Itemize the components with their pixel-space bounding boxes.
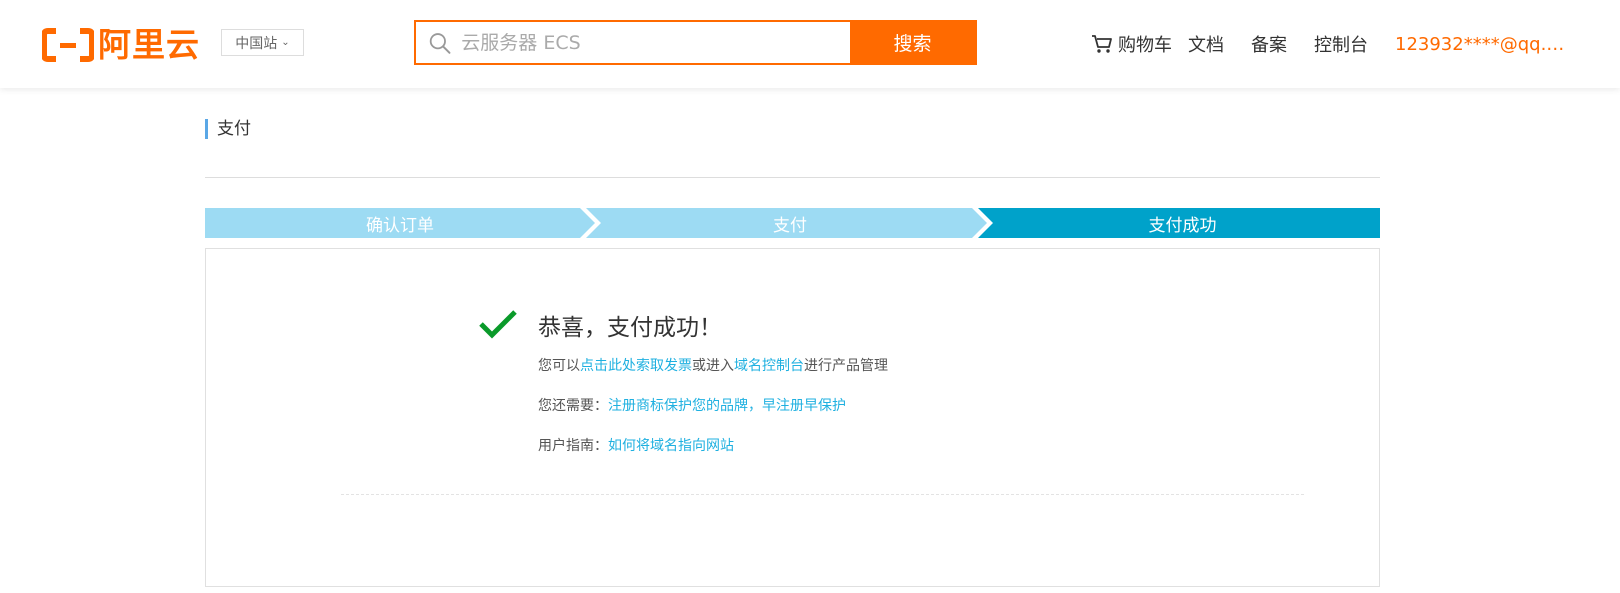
search-button[interactable]: 搜索 (850, 22, 975, 63)
chevron-down-icon: ⌄ (281, 37, 290, 48)
logo-text: 阿里云 (98, 25, 200, 64)
top-nav: 购物车 文档 备案 控制台 123932****@qq.… (1090, 30, 1564, 58)
checkmark-icon (479, 310, 517, 339)
step-confirm-order: 确认订单 (366, 215, 434, 236)
domain-console-link[interactable]: 域名控制台 (734, 358, 804, 374)
region-label: 中国站 (235, 35, 278, 52)
invoice-mid: 或进入 (692, 358, 734, 374)
trademark-link[interactable]: 注册商标保护您的品牌，早注册早保护 (608, 398, 846, 414)
cart-link[interactable]: 购物车 (1090, 31, 1172, 57)
guide-link[interactable]: 如何将域名指向网站 (608, 438, 734, 454)
nav-beian[interactable]: 备案 (1251, 31, 1287, 57)
invoice-line: 您可以点击此处索取发票或进入域名控制台进行产品管理 (538, 355, 888, 375)
nav-docs[interactable]: 文档 (1188, 31, 1224, 57)
aliyun-logo[interactable]: 阿里云 (42, 27, 200, 63)
invoice-suffix: 进行产品管理 (804, 358, 888, 374)
invoice-prefix: 您可以 (538, 358, 580, 374)
page-title: 支付 (205, 119, 251, 139)
step-payment-success: 支付成功 (1148, 215, 1217, 236)
success-panel: 恭喜，支付成功！ 您可以点击此处索取发票或进入域名控制台进行产品管理 您还需要：… (205, 248, 1380, 587)
guide-line: 用户指南：如何将域名指向网站 (538, 435, 734, 455)
dashed-divider (341, 494, 1304, 495)
cart-icon (1092, 35, 1112, 53)
progress-steps: 确认订单 支付 支付成功 (205, 208, 1380, 238)
request-invoice-link[interactable]: 点击此处索取发票 (580, 358, 692, 374)
trademark-line: 您还需要：注册商标保护您的品牌，早注册早保护 (538, 395, 846, 415)
nav-console[interactable]: 控制台 (1314, 31, 1368, 57)
search-bar: 搜索 (414, 20, 977, 65)
search-icon (429, 32, 451, 54)
aliyun-logo-icon (42, 28, 94, 62)
guide-prefix: 用户指南： (538, 438, 608, 454)
cart-label: 购物车 (1118, 35, 1172, 56)
region-selector[interactable]: 中国站 ⌄ (221, 29, 304, 56)
search-field-wrap (416, 22, 850, 63)
user-account[interactable]: 123932****@qq.… (1395, 34, 1564, 55)
success-title: 恭喜，支付成功！ (538, 315, 722, 341)
title-divider (205, 177, 1380, 178)
top-header: 阿里云 中国站 ⌄ 搜索 购物车 文档 备案 控制台 123932****@qq… (0, 0, 1620, 88)
trademark-prefix: 您还需要： (538, 398, 608, 414)
step-payment: 支付 (773, 215, 807, 236)
search-input[interactable] (461, 31, 850, 54)
